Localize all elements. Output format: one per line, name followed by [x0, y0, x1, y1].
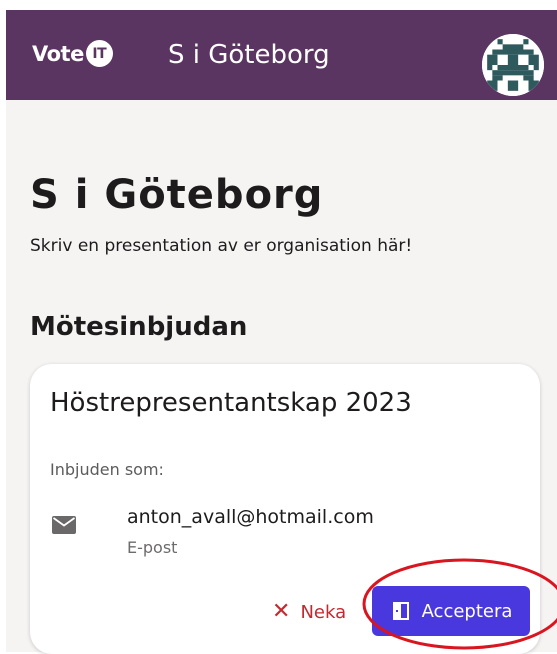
- page-description: Skriv en presentation av er organisation…: [30, 236, 413, 256]
- invitation-email: anton_avall@hotmail.com: [127, 506, 374, 528]
- accept-button[interactable]: Acceptera: [372, 586, 530, 636]
- section-title-invitation: Mötesinbjudan: [30, 312, 248, 342]
- page-title: S i Göteborg: [30, 172, 324, 218]
- voteit-logo[interactable]: Vote IT: [32, 40, 113, 67]
- invited-as-label: Inbjuden som:: [50, 460, 164, 479]
- app-frame: Vote IT S i Göteborg S i Göteborg Skriv …: [0, 0, 557, 654]
- meeting-title: Höstrepresentantskap 2023: [50, 388, 412, 418]
- app-bar: Vote IT S i Göteborg: [6, 10, 557, 100]
- decline-button[interactable]: ✕ Neka: [268, 592, 350, 632]
- accept-label: Acceptera: [421, 600, 513, 622]
- logo-text: Vote: [32, 41, 84, 66]
- meeting-invitation-card: Höstrepresentantskap 2023 Inbjuden som: …: [30, 364, 540, 654]
- mail-icon: [52, 516, 76, 534]
- pixel-invader-icon: [482, 34, 544, 96]
- close-icon: ✕: [272, 599, 291, 624]
- decline-label: Neka: [300, 601, 347, 623]
- logo-it-badge: IT: [85, 40, 113, 67]
- door-enter-icon: [392, 602, 409, 620]
- user-avatar[interactable]: [482, 34, 544, 96]
- appbar-title: S i Göteborg: [168, 40, 330, 70]
- email-type-label: E-post: [127, 538, 178, 557]
